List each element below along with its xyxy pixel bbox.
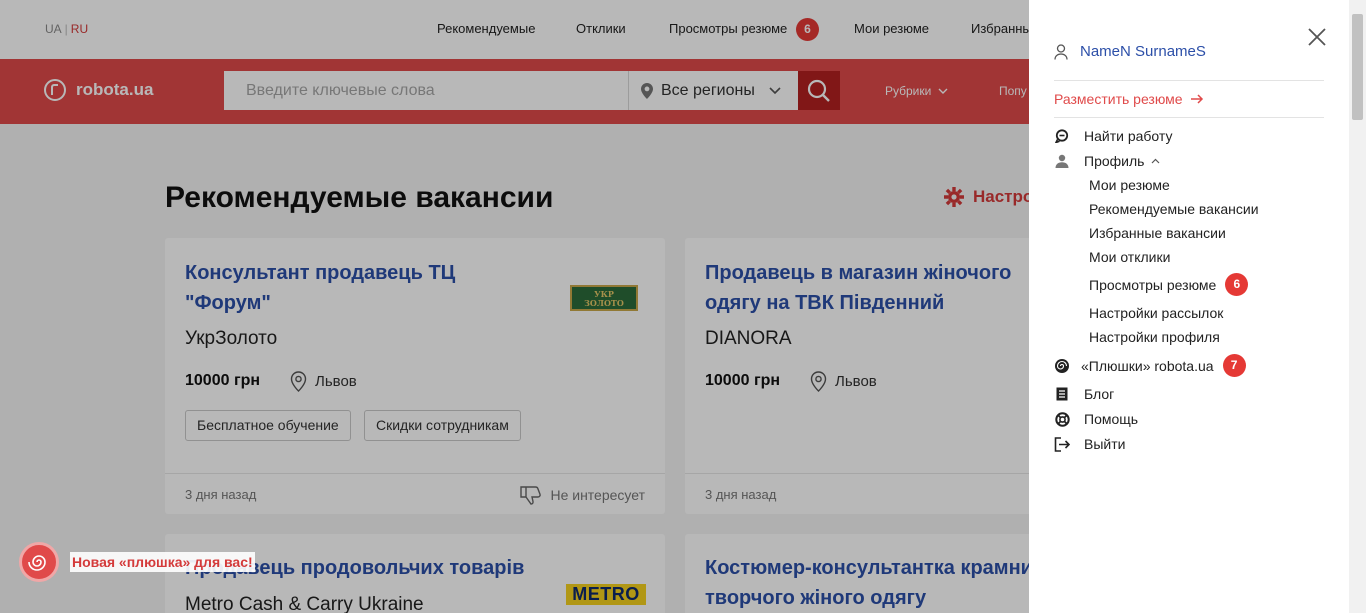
page-scrollbar[interactable] — [1349, 0, 1366, 613]
user-icon — [1054, 43, 1068, 60]
divider — [1054, 80, 1324, 81]
post-resume-label: Разместить резюме — [1054, 91, 1183, 107]
bonus-swirl-icon — [1054, 358, 1070, 374]
menu-logout[interactable]: Выйти — [1054, 436, 1125, 452]
post-resume-link[interactable]: Разместить резюме — [1054, 91, 1204, 107]
user-name: NameN SurnameS — [1080, 43, 1206, 60]
bonus-promo[interactable]: Новая «плюшка» для вас! — [19, 542, 255, 582]
user-side-panel: NameN SurnameS Разместить резюме Найти р… — [1029, 0, 1349, 613]
menu-bonuses[interactable]: «Плюшки» robota.ua 7 — [1054, 354, 1246, 377]
divider — [1054, 117, 1324, 118]
submenu-profile-settings[interactable]: Настройки профиля — [1089, 329, 1220, 345]
submenu-recommended[interactable]: Рекомендуемые вакансии — [1089, 201, 1259, 217]
close-icon[interactable] — [1307, 27, 1327, 47]
chat-search-icon — [1054, 128, 1070, 144]
submenu-favorites[interactable]: Избранные вакансии — [1089, 225, 1226, 241]
menu-label: Помощь — [1084, 411, 1139, 427]
bonuses-badge: 7 — [1222, 354, 1246, 377]
user-profile-link[interactable]: NameN SurnameS — [1054, 43, 1206, 60]
submenu-my-resumes[interactable]: Мои резюме — [1089, 177, 1170, 193]
menu-find-job[interactable]: Найти работу — [1054, 128, 1172, 144]
menu-profile[interactable]: Профиль — [1054, 153, 1160, 169]
menu-blog[interactable]: Блог — [1054, 386, 1114, 402]
submenu-resume-views[interactable]: Просмотры резюме 6 — [1089, 273, 1249, 296]
menu-label: Выйти — [1084, 436, 1126, 452]
document-icon — [1054, 386, 1070, 402]
menu-label: «Плюшки» robota.ua — [1081, 357, 1214, 374]
menu-help[interactable]: Помощь — [1054, 411, 1138, 427]
resume-views-badge: 6 — [1225, 273, 1249, 296]
bonus-swirl-icon — [19, 542, 59, 582]
user-icon — [1054, 153, 1070, 169]
menu-label: Блог — [1084, 386, 1115, 402]
menu-label: Просмотры резюме — [1089, 276, 1217, 293]
arrow-right-icon — [1190, 94, 1203, 104]
logout-icon — [1054, 436, 1070, 452]
lifebuoy-icon — [1054, 411, 1070, 427]
submenu-responses[interactable]: Мои отклики — [1089, 249, 1170, 265]
menu-label: Профиль — [1084, 153, 1145, 169]
promo-text: Новая «плюшка» для вас! — [70, 552, 255, 572]
scrollbar-thumb[interactable] — [1352, 14, 1363, 120]
chevron-up-icon — [1152, 158, 1160, 164]
submenu-mailing-settings[interactable]: Настройки рассылок — [1089, 305, 1223, 321]
menu-label: Найти работу — [1084, 128, 1173, 144]
